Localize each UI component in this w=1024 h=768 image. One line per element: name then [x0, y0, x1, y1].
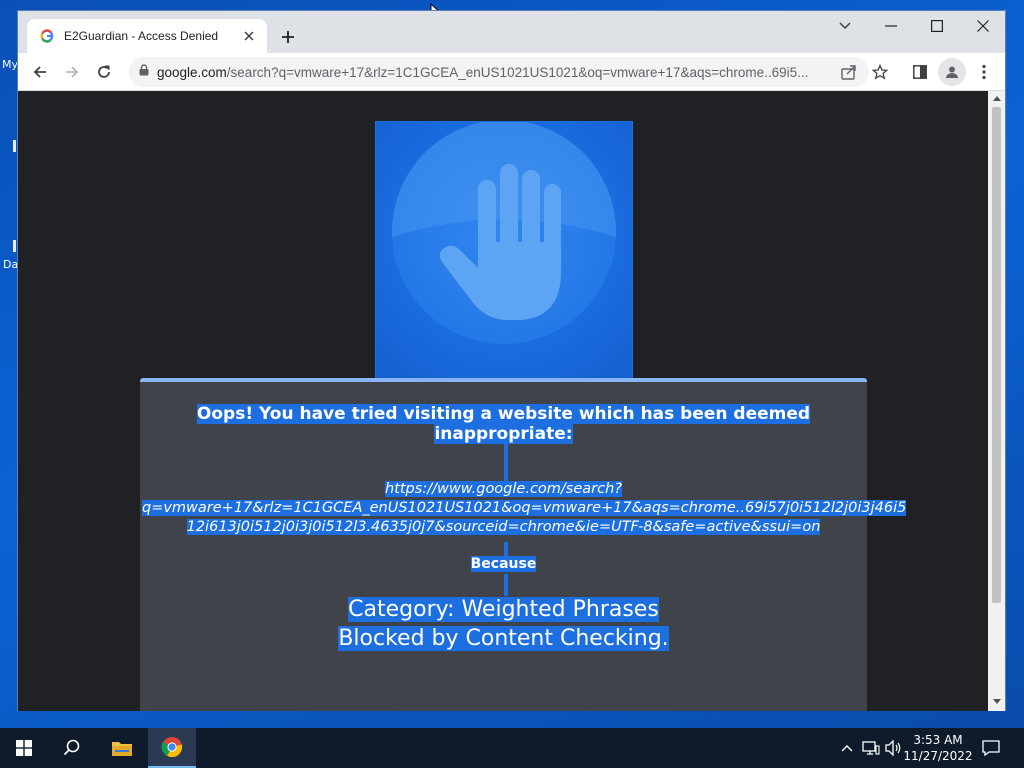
close-window-icon[interactable] [960, 11, 1006, 41]
tab-title: E2Guardian - Access Denied [64, 29, 219, 43]
browser-toolbar: google.com/search?q=vmware+17&rlz=1C1GCE… [18, 53, 1005, 91]
tab-search-chevron-icon[interactable] [822, 11, 868, 41]
reason-category: Category: Weighted Phrases [348, 597, 659, 622]
tab-e2guardian[interactable]: E2Guardian - Access Denied [27, 19, 267, 53]
page-content: Oops! You have tried visiting a website … [18, 91, 989, 711]
reload-icon[interactable] [90, 58, 118, 86]
denied-headline: Oops! You have tried visiting a website … [140, 404, 867, 444]
scroll-down-icon[interactable] [992, 697, 1001, 706]
access-denied-panel: Oops! You have tried visiting a website … [140, 378, 907, 711]
because-text: Because [470, 556, 537, 572]
google-favicon-icon [39, 28, 55, 44]
show-hidden-icons-chevron-icon[interactable] [837, 738, 857, 758]
bookmark-star-icon[interactable] [866, 58, 894, 86]
chrome-taskbar-icon[interactable] [148, 728, 196, 768]
blocked-url: https://www.google.com/search? q=vmware+… [142, 480, 907, 537]
scroll-up-icon[interactable] [992, 94, 1001, 103]
back-icon[interactable] [26, 58, 54, 86]
tab-strip: E2Guardian - Access Denied [18, 11, 1005, 53]
profile-avatar-icon[interactable] [938, 58, 966, 86]
forward-icon[interactable] [58, 58, 86, 86]
blocked-url-line: q=vmware+17&rlz=1C1GCEA_enUS1021US1021&o… [142, 500, 907, 516]
selection-bar [504, 442, 508, 482]
browser-window: E2Guardian - Access Denied google.com/se… [17, 10, 1006, 711]
network-icon[interactable] [861, 738, 881, 758]
menu-kebab-icon[interactable] [970, 58, 998, 86]
url-text[interactable]: google.com/search?q=vmware+17&rlz=1C1GCE… [157, 65, 817, 80]
blocked-url-line: https://www.google.com/search? [385, 481, 622, 497]
search-icon[interactable] [48, 728, 96, 768]
file-explorer-icon[interactable] [98, 728, 146, 768]
tab-close-icon[interactable] [241, 28, 257, 44]
vertical-scrollbar[interactable] [988, 91, 1005, 711]
side-panel-icon[interactable] [906, 58, 934, 86]
share-icon[interactable] [841, 64, 857, 85]
address-bar[interactable]: google.com/search?q=vmware+17&rlz=1C1GCE… [129, 57, 869, 87]
maximize-icon[interactable] [914, 11, 960, 41]
taskbar: 3:53 AM 11/27/2022 [0, 728, 1024, 768]
notifications-icon[interactable] [981, 738, 1001, 758]
headline-text: Oops! You have tried visiting a website … [196, 404, 811, 444]
because-label: Because [140, 556, 867, 572]
block-reason: Category: Weighted Phrases Blocked by Co… [140, 595, 867, 653]
reason-detail: Blocked by Content Checking. [338, 626, 669, 651]
url-host: google.com [157, 64, 227, 80]
system-clock[interactable]: 3:53 AM 11/27/2022 [896, 732, 980, 764]
scrollbar-thumb[interactable] [992, 107, 1001, 603]
url-path: /search?q=vmware+17&rlz=1C1GCEA_enUS1021… [226, 64, 809, 80]
desktop-icon-label-da[interactable]: Da [3, 258, 18, 271]
start-windows-icon[interactable] [0, 728, 48, 768]
lock-icon[interactable] [139, 63, 149, 81]
new-tab-icon[interactable] [276, 25, 300, 49]
selection-bar [504, 574, 508, 596]
clock-time: 3:53 AM [913, 733, 963, 747]
blocked-url-line: 12i613j0i512j0i3j0i512l3.4635j0j7&source… [186, 519, 821, 535]
stop-hand-icon [392, 120, 616, 344]
stop-hand-banner [376, 120, 632, 378]
minimize-icon[interactable] [868, 11, 914, 41]
desktop-icon-label-my[interactable]: My [2, 58, 18, 71]
desktop-icon[interactable] [13, 140, 16, 152]
clock-date: 11/27/2022 [903, 749, 973, 763]
desktop-icon[interactable] [13, 240, 16, 252]
